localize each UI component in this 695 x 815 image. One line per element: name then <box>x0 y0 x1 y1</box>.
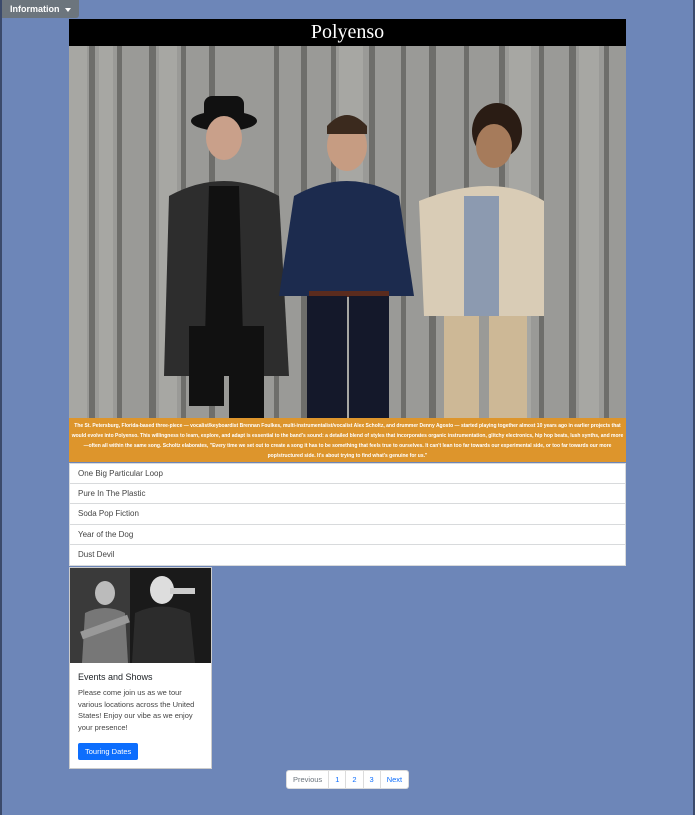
band-bio: The St. Petersburg, Florida-based three-… <box>69 418 626 462</box>
song-list-item[interactable]: One Big Particular Loop <box>69 463 626 484</box>
song-list-item[interactable]: Year of the Dog <box>69 524 626 545</box>
band-name-title: Polyenso <box>69 19 626 46</box>
events-card-title: Events and Shows <box>78 672 153 682</box>
pagination-page-2[interactable]: 2 <box>346 770 364 789</box>
song-list-item[interactable]: Pure In The Plastic <box>69 483 626 504</box>
song-list: One Big Particular Loop Pure In The Plas… <box>69 463 626 566</box>
pagination-page-3[interactable]: 3 <box>363 770 381 789</box>
song-list-item[interactable]: Dust Devil <box>69 545 626 566</box>
pagination-page-1[interactable]: 1 <box>329 770 347 789</box>
events-card-image <box>70 568 211 663</box>
information-dropdown-button[interactable]: Information <box>2 0 79 18</box>
song-list-item[interactable]: Soda Pop Fiction <box>69 504 626 525</box>
caret-down-icon <box>64 7 71 12</box>
events-card-body: Events and Shows Please come join us as … <box>70 663 211 769</box>
dropdown-label: Information <box>10 4 60 14</box>
pagination-previous[interactable]: Previous <box>286 770 330 789</box>
band-photo <box>69 46 626 418</box>
touring-dates-button[interactable]: Touring Dates <box>78 743 139 760</box>
events-card: Events and Shows Please come join us as … <box>69 567 212 769</box>
pagination-next[interactable]: Next <box>380 770 410 789</box>
events-card-text: Please come join us as we tour various l… <box>78 688 195 732</box>
pagination: Previous 1 2 3 Next <box>286 770 410 789</box>
